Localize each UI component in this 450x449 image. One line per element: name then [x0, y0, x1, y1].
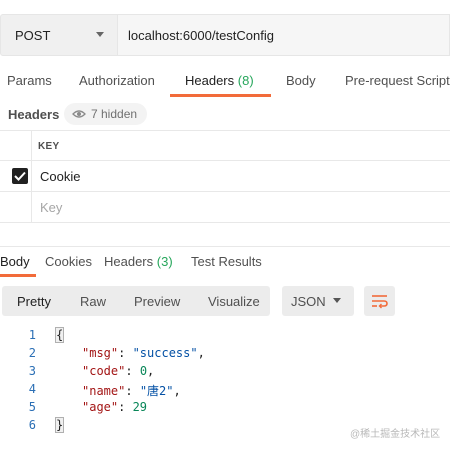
- view-mode-group: Pretty Raw Preview Visualize: [2, 286, 270, 316]
- response-active-tab-indicator: [0, 274, 36, 277]
- table-header-check-cell: [0, 131, 32, 160]
- request-bar: POST localhost:6000/testConfig: [0, 14, 450, 56]
- format-select[interactable]: JSON: [282, 286, 354, 316]
- table-header-row: KEY: [0, 130, 450, 161]
- code-line-2: "msg": "success",: [82, 346, 205, 360]
- json-key: "name": [82, 384, 126, 398]
- tab-response-headers-label: Headers: [104, 254, 154, 269]
- url-text: localhost:6000/testConfig: [128, 28, 274, 43]
- method-select[interactable]: POST: [0, 14, 118, 56]
- code-line-1: {: [54, 327, 65, 343]
- url-input[interactable]: localhost:6000/testConfig: [118, 14, 450, 56]
- row-check-cell: [0, 161, 32, 191]
- request-tabs: Params Authorization Headers (8) Body Pr…: [0, 66, 450, 98]
- line-number: 3: [28, 364, 36, 378]
- comma: ,: [173, 384, 181, 398]
- json-key: "age": [82, 400, 119, 414]
- line-number: 1: [28, 328, 36, 342]
- tab-response-headers[interactable]: Headers (3): [104, 254, 173, 269]
- response-tabs: Body Cookies Headers (3) Test Results: [0, 246, 450, 277]
- line-number: 6: [28, 418, 36, 432]
- new-row-check-cell: [0, 192, 32, 222]
- line-number: 5: [28, 400, 36, 414]
- table-row: Cookie: [0, 161, 450, 192]
- tab-response-body[interactable]: Body: [0, 254, 30, 269]
- format-label: JSON: [291, 294, 326, 309]
- colon: :: [118, 346, 133, 360]
- json-key: "code": [82, 364, 126, 378]
- colon: :: [125, 364, 140, 378]
- code-line-4: "name": "唐2",: [82, 382, 181, 399]
- tab-test-results[interactable]: Test Results: [191, 254, 262, 269]
- method-label: POST: [15, 28, 51, 43]
- hidden-headers-label: 7 hidden: [91, 107, 138, 121]
- hidden-headers-toggle[interactable]: 7 hidden: [64, 103, 148, 125]
- wrap-lines-button[interactable]: [364, 286, 395, 316]
- pretty-button[interactable]: Pretty: [17, 294, 51, 309]
- tab-response-cookies[interactable]: Cookies: [45, 254, 92, 269]
- tab-headers[interactable]: Headers (8): [185, 73, 254, 88]
- raw-button[interactable]: Raw: [80, 294, 106, 309]
- code-line-5: "age": 29: [82, 400, 147, 414]
- preview-button[interactable]: Preview: [134, 294, 180, 309]
- watermark: @稀土掘金技术社区: [350, 429, 441, 440]
- colon: :: [118, 400, 133, 414]
- tab-headers-count: (8): [237, 73, 254, 88]
- row-key-cookie[interactable]: Cookie: [40, 169, 80, 184]
- chevron-down-icon: [333, 298, 341, 303]
- eye-icon: [72, 110, 86, 118]
- row-checkbox[interactable]: [12, 168, 28, 184]
- close-brace: }: [54, 417, 65, 433]
- open-brace: {: [54, 327, 65, 343]
- tab-prerequest-script[interactable]: Pre-request Script: [345, 73, 450, 88]
- json-value: "唐2": [139, 384, 174, 398]
- tab-authorization[interactable]: Authorization: [79, 73, 155, 88]
- table-row-new: Key: [0, 192, 450, 223]
- wrap-lines-icon: [372, 295, 388, 309]
- tab-headers-label: Headers: [185, 73, 235, 88]
- response-toolbar: Pretty Raw Preview Visualize JSON: [0, 286, 450, 316]
- json-value: 29: [132, 400, 148, 414]
- code-line-6: }: [54, 417, 65, 433]
- comma: ,: [147, 364, 155, 378]
- headers-section-header: Headers 7 hidden: [0, 103, 450, 125]
- active-tab-indicator: [170, 94, 271, 97]
- colon: :: [125, 384, 140, 398]
- tab-body[interactable]: Body: [286, 73, 316, 88]
- column-header-key: KEY: [38, 141, 60, 152]
- line-number: 2: [28, 346, 36, 360]
- json-value: 0: [139, 364, 148, 378]
- json-value: "success": [132, 346, 198, 360]
- code-line-3: "code": 0,: [82, 364, 154, 378]
- response-body-code[interactable]: 1 2 3 4 5 6 { "msg": "success", "code": …: [0, 326, 450, 436]
- visualize-button[interactable]: Visualize: [208, 294, 260, 309]
- chevron-down-icon: [96, 32, 104, 37]
- new-key-input[interactable]: Key: [40, 200, 62, 215]
- line-number: 4: [28, 382, 36, 396]
- tab-params[interactable]: Params: [7, 73, 52, 88]
- comma: ,: [197, 346, 205, 360]
- json-key: "msg": [82, 346, 119, 360]
- headers-title: Headers: [8, 107, 60, 122]
- tab-response-headers-count: (3): [156, 254, 173, 269]
- checkmark-icon: [14, 171, 26, 181]
